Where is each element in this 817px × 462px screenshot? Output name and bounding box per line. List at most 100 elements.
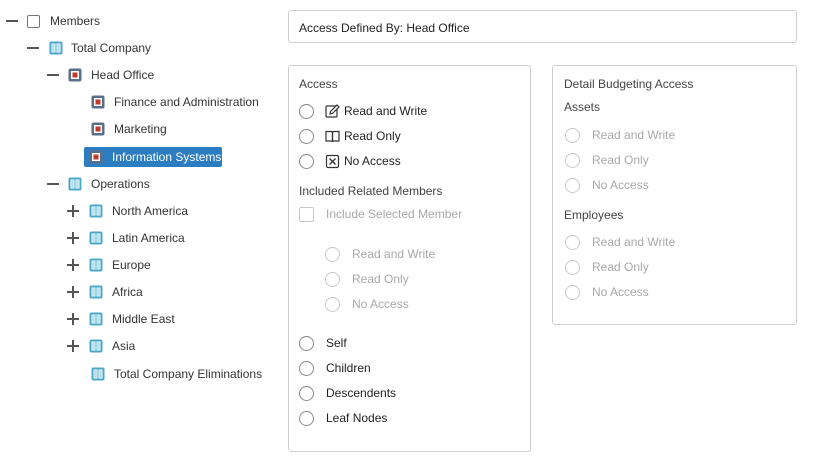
radio-button[interactable] — [299, 128, 314, 144]
radio-button[interactable] — [325, 246, 340, 262]
access-option-no-access[interactable]: No Access — [299, 152, 401, 170]
include-selected-checkbox[interactable] — [299, 206, 314, 222]
tree-node-label: Finance and Administration — [114, 95, 259, 109]
access-defined-by-box: Access Defined By: Head Office — [288, 10, 797, 43]
radio-button[interactable] — [299, 385, 314, 401]
book-icon — [49, 41, 63, 55]
employees-read-only[interactable]: Read Only — [565, 258, 649, 276]
access-defined-by-text: Access Defined By: Head Office — [299, 21, 470, 35]
tree-node-asia[interactable]: Asia — [67, 336, 135, 356]
book-icon — [89, 339, 103, 353]
collapse-icon[interactable] — [6, 15, 18, 27]
radio-label: Read and Write — [592, 235, 676, 249]
radio-label: Read and Write — [344, 104, 428, 118]
sub-option-read-only[interactable]: Read Only — [325, 270, 409, 288]
tree-node-information-systems[interactable]: Information Systems — [84, 147, 222, 167]
collapse-icon[interactable] — [47, 69, 59, 81]
radio-label: Self — [326, 336, 347, 350]
access-option-read-only[interactable]: Read Only — [299, 127, 401, 145]
book-icon — [89, 231, 103, 245]
assets-read-only[interactable]: Read Only — [565, 151, 649, 169]
tree-node-label: Latin America — [112, 231, 185, 245]
tree-node-latin-america[interactable]: Latin America — [67, 228, 185, 248]
expand-icon[interactable] — [67, 286, 79, 298]
radio-button[interactable] — [565, 177, 580, 193]
assets-read-write[interactable]: Read and Write — [565, 126, 675, 144]
radio-button[interactable] — [565, 152, 580, 168]
radio-label: No Access — [352, 297, 409, 311]
access-option-read-write[interactable]: Read and Write — [299, 102, 427, 120]
assets-no-access[interactable]: No Access — [565, 176, 649, 194]
relation-children[interactable]: Children — [299, 359, 371, 377]
sub-option-read-write[interactable]: Read and Write — [325, 245, 435, 263]
department-icon — [89, 150, 103, 164]
tree-node-marketing[interactable]: Marketing — [91, 119, 167, 139]
tree-node-north-america[interactable]: North America — [67, 201, 188, 221]
tree-node-label: North America — [112, 204, 189, 218]
radio-button[interactable] — [299, 360, 314, 376]
radio-label: Read Only — [592, 260, 649, 274]
tree-node-operations[interactable]: Operations — [47, 174, 150, 194]
collapse-icon[interactable] — [27, 42, 39, 54]
tree-node-europe[interactable]: Europe — [67, 255, 151, 275]
selection-highlight[interactable]: Information Systems — [84, 147, 222, 167]
radio-label: Read and Write — [592, 128, 676, 142]
employees-no-access[interactable]: No Access — [565, 283, 649, 301]
radio-button[interactable] — [299, 335, 314, 351]
include-selected-member[interactable]: Include Selected Member — [299, 205, 462, 223]
employees-read-write[interactable]: Read and Write — [565, 233, 675, 251]
radio-button[interactable] — [565, 259, 580, 275]
expand-icon[interactable] — [67, 205, 79, 217]
tree-node-finance[interactable]: Finance and Administration — [91, 92, 259, 112]
tree-node-members[interactable]: Members — [6, 11, 100, 31]
tree-node-total-company[interactable]: Total Company — [27, 38, 151, 58]
radio-button[interactable] — [565, 234, 580, 250]
relation-descendents[interactable]: Descendents — [299, 384, 396, 402]
radio-label: Leaf Nodes — [326, 411, 388, 425]
relation-leaf-nodes[interactable]: Leaf Nodes — [299, 409, 387, 427]
book-icon — [89, 312, 103, 326]
tree-node-label: Asia — [112, 339, 136, 353]
book-icon — [89, 258, 103, 272]
relation-self[interactable]: Self — [299, 334, 347, 352]
radio-label: No Access — [592, 178, 649, 192]
radio-label: Read Only — [344, 129, 401, 143]
expand-icon[interactable] — [67, 313, 79, 325]
tree-node-label: Information Systems — [112, 150, 222, 164]
department-icon — [91, 122, 105, 136]
expand-icon[interactable] — [67, 259, 79, 271]
book-icon — [89, 204, 103, 218]
tree-node-head-office[interactable]: Head Office — [47, 65, 154, 85]
radio-button[interactable] — [299, 103, 314, 119]
tree-node-label: Africa — [112, 285, 143, 299]
book-open-icon — [325, 130, 340, 142]
expand-icon[interactable] — [67, 232, 79, 244]
radio-label: No Access — [344, 154, 401, 168]
radio-button[interactable] — [299, 153, 314, 169]
collapse-icon[interactable] — [47, 178, 59, 190]
radio-button[interactable] — [325, 271, 340, 287]
tree-node-middle-east[interactable]: Middle East — [67, 309, 175, 329]
radio-button[interactable] — [565, 284, 580, 300]
radio-button[interactable] — [325, 296, 340, 312]
detail-budgeting-title: Detail Budgeting Access — [564, 77, 694, 91]
radio-label: No Access — [592, 285, 649, 299]
tree-node-africa[interactable]: Africa — [67, 282, 143, 302]
sub-option-no-access[interactable]: No Access — [325, 295, 409, 313]
assets-title: Assets — [564, 100, 601, 114]
radio-button[interactable] — [299, 410, 314, 426]
access-title: Access — [299, 77, 338, 91]
tree-node-label: Middle East — [112, 312, 175, 326]
member-tree: Members Total Company Head Office Financ… — [0, 0, 280, 462]
radio-label: Read Only — [592, 153, 649, 167]
expand-icon[interactable] — [67, 340, 79, 352]
tree-node-label: Members — [50, 14, 101, 28]
radio-button[interactable] — [565, 127, 580, 143]
checkbox-icon[interactable] — [27, 14, 40, 28]
book-icon — [68, 177, 82, 191]
included-related-members-title: Included Related Members — [299, 184, 443, 198]
tree-node-label: Total Company Eliminations — [114, 367, 263, 381]
tree-node-total-company-eliminations[interactable]: Total Company Eliminations — [91, 364, 262, 384]
radio-label: Descendents — [326, 386, 397, 400]
radio-label: Read and Write — [352, 247, 436, 261]
